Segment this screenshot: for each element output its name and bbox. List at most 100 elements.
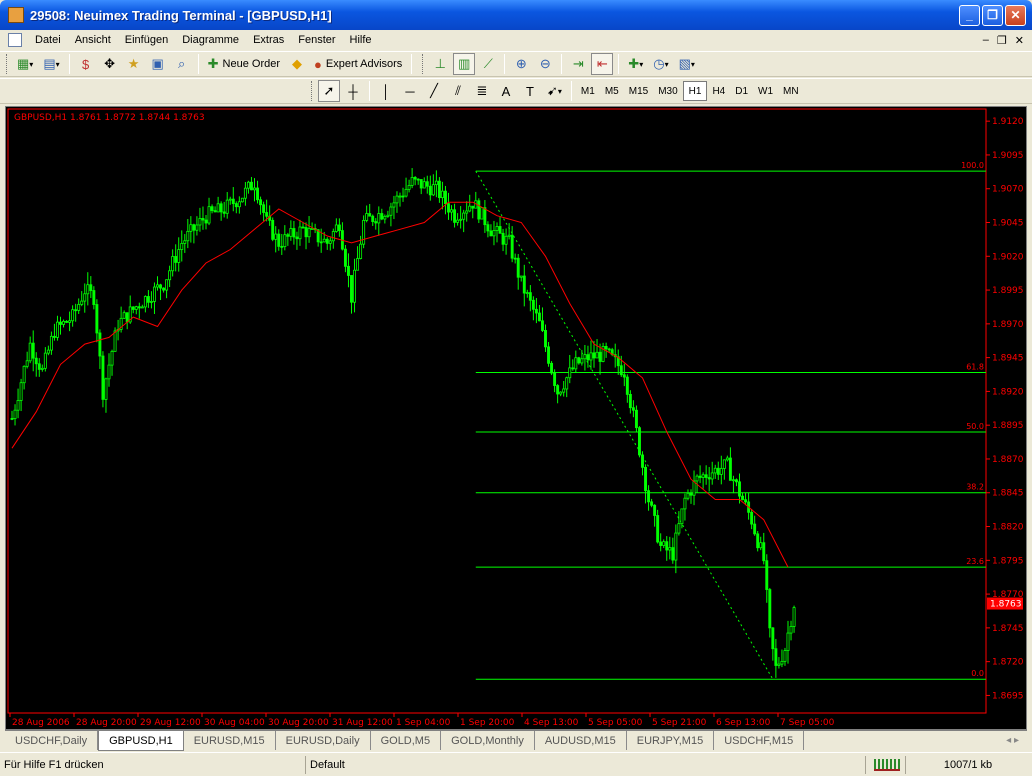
menu-einfuegen[interactable]: Einfügen <box>118 34 175 46</box>
tab-audusd-m15[interactable]: AUDUSD,M15 <box>535 731 627 750</box>
candle-body <box>392 202 396 208</box>
mdi-restore-button[interactable]: ❐ <box>997 34 1007 47</box>
fibonacci-icon[interactable]: ≣ <box>471 80 493 102</box>
tab-gold-m5[interactable]: GOLD,M5 <box>371 731 442 750</box>
candle-body <box>650 501 654 506</box>
templates-button[interactable]: ▧ ▾ <box>675 53 699 75</box>
timeframe-d1[interactable]: D1 <box>730 81 753 101</box>
line-chart-icon[interactable]: ⟋ <box>477 53 499 75</box>
candle-body <box>483 207 487 226</box>
trendline-icon[interactable]: ╱ <box>423 80 445 102</box>
window-titlebar[interactable]: 29508: Neuimex Trading Terminal - [GBPUS… <box>0 0 1032 30</box>
tab-usdchf-daily[interactable]: USDCHF,Daily <box>5 731 99 750</box>
price-chart[interactable]: 1.9120 1.9095 1.9070 1.9045 1.9020 1.8995 1.89… <box>6 107 1026 729</box>
market-watch-icon[interactable]: $ <box>75 53 97 75</box>
equidistant-channel-icon[interactable]: ⫽ <box>447 80 469 102</box>
candle-body <box>634 409 638 429</box>
auto-scroll-icon[interactable]: ⇥ <box>567 53 589 75</box>
tab-gold-monthly[interactable]: GOLD,Monthly <box>441 731 535 750</box>
periods-button[interactable]: ◷ ▾ <box>649 53 672 75</box>
toolbar-grip[interactable] <box>6 54 9 74</box>
maximize-button[interactable]: ❐ <box>982 4 1003 26</box>
profiles-button[interactable]: ▤ ▾ <box>39 53 63 75</box>
menu-hilfe[interactable]: Hilfe <box>343 34 379 46</box>
x-tick-label: 31 Aug 12:00 <box>332 718 393 728</box>
minimize-button[interactable]: _ <box>959 4 980 26</box>
new-order-button[interactable]: ✚ Neue Order <box>204 53 284 75</box>
data-window-icon[interactable]: ✥ <box>99 53 121 75</box>
candle-body <box>350 275 353 303</box>
candle-body <box>780 660 784 665</box>
navigator-icon[interactable]: ★ <box>123 53 145 75</box>
candle-body <box>240 197 244 203</box>
menu-fenster[interactable]: Fenster <box>291 34 342 46</box>
vertical-line-icon[interactable]: │ <box>375 80 397 102</box>
candle-body <box>213 210 217 213</box>
mdi-minimize-button[interactable]: – <box>983 34 989 47</box>
tabs-scroll-arrows[interactable]: ◂ ▸ <box>1006 735 1019 746</box>
y-tick-label: 1.8970 <box>992 320 1024 330</box>
zoom-out-icon[interactable]: ⊖ <box>534 53 556 75</box>
experts-warning-icon[interactable]: ◆ <box>286 53 308 75</box>
timeframe-h4[interactable]: H4 <box>707 81 730 101</box>
candle-body <box>71 309 75 322</box>
candle-body <box>695 475 699 482</box>
chart-shift-icon[interactable]: ⇤ <box>591 53 614 75</box>
text-icon[interactable]: A <box>495 80 517 102</box>
strategy-tester-icon[interactable]: ⌕ <box>171 53 193 75</box>
tab-eurjpy-m15[interactable]: EURJPY,M15 <box>627 731 715 750</box>
arrows-button[interactable]: ➹ ▾ <box>543 80 566 102</box>
candle-body <box>374 221 378 224</box>
bar-chart-icon[interactable]: ⊥ <box>429 53 451 75</box>
timeframe-mn[interactable]: MN <box>778 81 804 101</box>
candle-body <box>40 367 44 370</box>
tab-eurusd-m15[interactable]: EURUSD,M15 <box>184 731 276 750</box>
y-tick-label: 1.9020 <box>992 252 1024 262</box>
x-tick-label: 7 Sep 05:00 <box>780 718 835 728</box>
candlestick-icon[interactable]: ▥ <box>453 53 476 75</box>
candle-body <box>347 265 350 276</box>
zoom-in-icon[interactable]: ⊕ <box>510 53 532 75</box>
candle-body <box>604 346 608 350</box>
timeframe-m1[interactable]: M1 <box>576 81 600 101</box>
candle-body <box>271 219 275 240</box>
timeframe-m5[interactable]: M5 <box>600 81 624 101</box>
new-chart-button[interactable]: ▦ ▾ <box>13 53 37 75</box>
chart-window[interactable]: 1.9120 1.9095 1.9070 1.9045 1.9020 1.8995 1.89… <box>5 106 1027 730</box>
mdi-close-button[interactable]: ✕ <box>1015 34 1024 47</box>
menu-diagramme[interactable]: Diagramme <box>175 34 246 46</box>
candle-body <box>292 228 296 238</box>
timeframe-w1[interactable]: W1 <box>753 81 778 101</box>
terminal-icon[interactable]: ▣ <box>147 53 169 75</box>
candle-body <box>310 228 314 230</box>
close-button[interactable]: ✕ <box>1005 4 1026 26</box>
moving-average-line <box>11 201 789 568</box>
menu-ansicht[interactable]: Ansicht <box>68 34 118 46</box>
x-tick-label: 30 Aug 20:00 <box>268 718 329 728</box>
menu-extras[interactable]: Extras <box>246 34 291 46</box>
horizontal-line-icon[interactable]: ─ <box>399 80 421 102</box>
candle-body <box>22 365 26 384</box>
expert-advisors-button[interactable]: ● Expert Advisors <box>310 53 406 75</box>
candle-body <box>792 607 796 627</box>
tab-gbpusd-h1[interactable]: GBPUSD,H1 <box>98 731 184 751</box>
chart-window-icon[interactable] <box>8 33 22 47</box>
menu-datei[interactable]: Datei <box>28 34 68 46</box>
indicators-button[interactable]: ✚ ▾ <box>624 53 647 75</box>
timeframe-h1[interactable]: H1 <box>682 81 708 101</box>
candle-body <box>180 243 184 250</box>
toolbar-grip-2[interactable] <box>311 81 314 101</box>
text-label-icon[interactable]: T <box>519 80 541 102</box>
timeframe-m15[interactable]: M15 <box>624 81 653 101</box>
tab-usdchf-m15[interactable]: USDCHF,M15 <box>714 731 805 750</box>
crosshair-icon[interactable]: ┼ <box>342 80 364 102</box>
timeframe-m30[interactable]: M30 <box>653 81 682 101</box>
candle-body <box>444 190 447 205</box>
candle-body <box>304 227 308 238</box>
y-tick-label: 1.8945 <box>992 354 1024 364</box>
tab-eurusd-daily[interactable]: EURUSD,Daily <box>276 731 371 750</box>
candle-body <box>622 374 626 378</box>
candle-body <box>371 215 375 222</box>
cursor-icon[interactable]: ➚ <box>318 80 340 102</box>
candle-body <box>83 293 87 302</box>
